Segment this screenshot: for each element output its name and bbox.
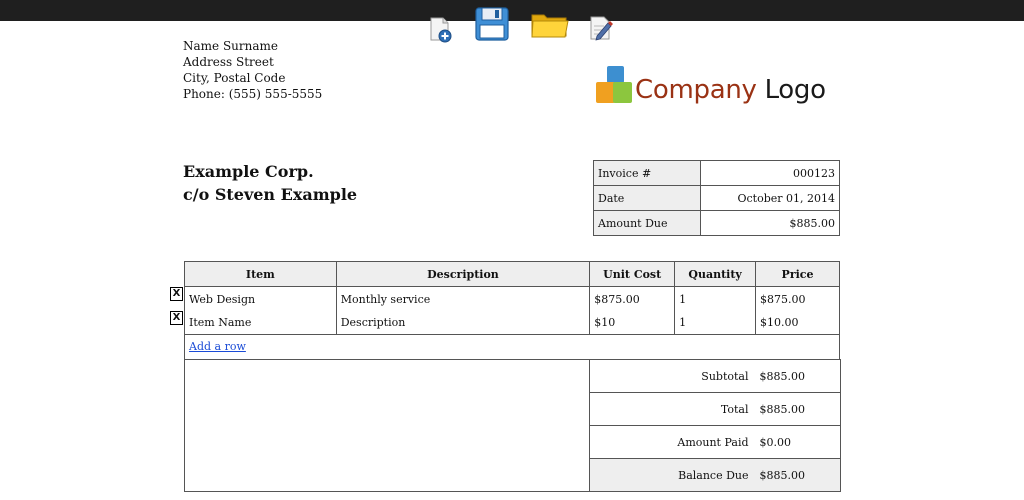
item-unit-cost-cell[interactable]: $10 [589, 310, 676, 335]
balance-due-value: $885.00 [754, 458, 841, 492]
logo-blocks-icon [594, 66, 634, 106]
line-items-table: Item Description Unit Cost Quantity Pric… [184, 261, 840, 335]
notes-blank-area [184, 359, 590, 492]
total-row: Total $885.00 [589, 392, 841, 426]
item-quantity-cell[interactable]: 1 [674, 286, 757, 311]
amount-paid-value[interactable]: $0.00 [754, 425, 841, 459]
item-description-cell[interactable]: Description [335, 310, 591, 335]
balance-due-row: Balance Due $885.00 [589, 458, 841, 492]
amount-due-label: Amount Due [593, 210, 701, 236]
item-quantity-cell[interactable]: 1 [674, 310, 757, 335]
item-unit-cost-cell[interactable]: $875.00 [589, 286, 676, 311]
total-label: Total [589, 392, 755, 426]
logo-word-logo: Logo [764, 75, 826, 105]
amount-due-value: $885.00 [700, 210, 840, 236]
totals-table: Subtotal $885.00 Total $885.00 Amount Pa… [589, 359, 841, 492]
invoice-meta-table: Invoice # 000123 Date October 01, 2014 A… [593, 160, 840, 236]
invoice-number-value[interactable]: 000123 [700, 160, 840, 186]
delete-row-button[interactable]: X [170, 287, 183, 301]
invoice-number-row: Invoice # 000123 [593, 160, 840, 186]
invoice-number-label: Invoice # [593, 160, 701, 186]
edit-document-icon[interactable] [588, 14, 614, 42]
invoice-date-label: Date [593, 185, 701, 211]
item-description-cell[interactable]: Monthly service [335, 286, 591, 311]
sender-address[interactable]: Name Surname Address Street City, Postal… [183, 38, 322, 102]
client-company: Example Corp. [183, 162, 314, 181]
save-floppy-icon[interactable] [474, 6, 510, 42]
item-name-cell[interactable]: Web Design [184, 286, 337, 311]
client-contact: c/o Steven Example [183, 185, 358, 204]
total-value: $885.00 [754, 392, 841, 426]
item-name-cell[interactable]: Item Name [184, 310, 337, 335]
item-price-cell: $10.00 [755, 310, 840, 335]
add-row-cell: Add a row [184, 335, 840, 360]
sender-city: City, Postal Code [183, 71, 286, 85]
sender-street: Address Street [183, 55, 274, 69]
logo-word-company: Company [635, 75, 757, 105]
table-row: Item Name Description $10 1 $10.00 [184, 310, 840, 335]
invoice-date-value[interactable]: October 01, 2014 [700, 185, 840, 211]
items-header-row: Item Description Unit Cost Quantity Pric… [184, 261, 840, 287]
header-quantity: Quantity [674, 261, 757, 287]
open-folder-icon[interactable] [530, 10, 570, 40]
amount-paid-label: Amount Paid [589, 425, 755, 459]
sender-phone: Phone: (555) 555-5555 [183, 87, 323, 101]
logo-text: Company Logo [635, 75, 826, 105]
subtotal-row: Subtotal $885.00 [589, 359, 841, 393]
amount-due-row: Amount Due $885.00 [593, 210, 840, 236]
client-info[interactable]: Example Corp. c/o Steven Example [183, 160, 357, 206]
header-item: Item [184, 261, 337, 287]
invoice-date-row: Date October 01, 2014 [593, 185, 840, 211]
header-description: Description [335, 261, 591, 287]
sender-name: Name Surname [183, 39, 278, 53]
header-unit-cost: Unit Cost [589, 261, 676, 287]
company-logo[interactable]: Company Logo [594, 66, 844, 108]
toolbar [426, 5, 626, 45]
header-price: Price [755, 261, 840, 287]
item-price-cell: $875.00 [755, 286, 840, 311]
new-document-icon[interactable] [428, 15, 454, 43]
table-row: Web Design Monthly service $875.00 1 $87… [184, 286, 840, 311]
amount-paid-row: Amount Paid $0.00 [589, 425, 841, 459]
add-row-link[interactable]: Add a row [189, 340, 246, 353]
delete-row-button[interactable]: X [170, 311, 183, 325]
subtotal-label: Subtotal [589, 359, 755, 393]
subtotal-value: $885.00 [754, 359, 841, 393]
balance-due-label: Balance Due [589, 458, 755, 492]
